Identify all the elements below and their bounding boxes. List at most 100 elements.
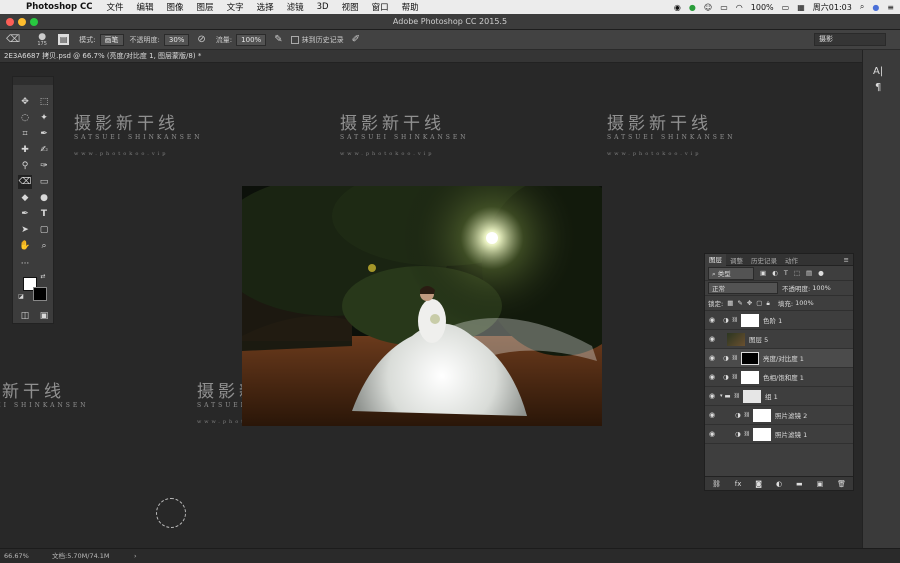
visibility-eye-icon[interactable]: ◉ (705, 392, 719, 400)
type-tool-icon[interactable]: T (37, 207, 51, 221)
airplay-icon[interactable]: ▭ (720, 3, 728, 12)
link-icon[interactable]: ⛓ (732, 374, 738, 380)
eraser-tool-preset-icon[interactable]: ⌫ (6, 34, 20, 45)
add-mask-icon[interactable]: ◙ (755, 480, 762, 488)
filter-pixel-icon[interactable]: ▣ (760, 269, 766, 277)
edit-toolbar-icon[interactable]: ··· (18, 257, 32, 271)
status-menu-chevron-icon[interactable]: › (134, 549, 137, 563)
dodge-tool-icon[interactable]: ● (37, 191, 51, 205)
clone-stamp-tool-icon[interactable]: ⚲ (18, 159, 32, 173)
new-adjustment-icon[interactable]: ◐ (776, 480, 782, 488)
gradient-tool-icon[interactable]: ▭ (37, 175, 51, 189)
siri-icon[interactable]: ● (872, 3, 879, 12)
layer-style-icon[interactable]: fx (735, 480, 742, 488)
history-brush-tool-icon[interactable]: ✑ (37, 159, 51, 173)
tab-actions[interactable]: 动作 (781, 255, 802, 265)
document-tab[interactable]: 2E3A6687 拷贝.psd @ 66.7% (亮度/对比度 1, 图层蒙版/… (0, 50, 862, 63)
spotlight-icon[interactable]: ⌕ (860, 2, 864, 12)
blend-mode-select[interactable]: 正常 (708, 282, 778, 294)
layer-row[interactable]: ◉ ◑ ⛓ 照片滤镜 1 (705, 425, 853, 444)
mask-thumbnail[interactable] (741, 313, 760, 327)
lock-position-icon[interactable]: ✥ (747, 299, 752, 307)
group-disclosure-icon[interactable]: ▾ (720, 393, 723, 399)
filter-adjustment-icon[interactable]: ◐ (772, 269, 778, 277)
menu-type[interactable]: 文字 (227, 1, 244, 13)
link-icon[interactable]: ⛓ (734, 393, 740, 399)
visibility-eye-icon[interactable]: ◉ (705, 430, 719, 438)
layer-thumbnail[interactable] (727, 332, 745, 346)
rectangle-tool-icon[interactable]: ▢ (37, 223, 51, 237)
menu-filter[interactable]: 滤镜 (287, 1, 304, 13)
clock[interactable]: 周六01:03 (813, 2, 852, 13)
lock-all-icon[interactable]: 🔒︎ (766, 299, 769, 308)
path-selection-tool-icon[interactable]: ➤ (18, 223, 32, 237)
brush-panel-toggle-icon[interactable]: ▤ (58, 34, 70, 45)
layer-row[interactable]: ◉ ◑ ⛓ 色阶 1 (705, 311, 853, 330)
pressure-size-icon[interactable]: ✐ (352, 34, 360, 45)
quick-mask-icon[interactable]: ◫ (18, 309, 32, 323)
qq-icon[interactable]: ☺ (704, 3, 712, 12)
new-layer-icon[interactable]: ▣ (817, 480, 824, 488)
link-icon[interactable]: ⛓ (732, 317, 738, 323)
link-icon[interactable]: ⛓ (744, 431, 750, 437)
default-colors-icon[interactable]: ◪ (17, 293, 25, 301)
toolbox-grip[interactable] (13, 77, 53, 85)
healing-brush-tool-icon[interactable]: ✚ (18, 143, 32, 157)
filter-kind-select[interactable]: ⌕ 类型 (708, 266, 754, 280)
paragraph-panel-icon[interactable]: ¶ (875, 82, 881, 93)
flag-icon[interactable]: ▦ (797, 3, 805, 12)
erase-history-checkbox[interactable] (290, 35, 299, 44)
layer-opacity-input[interactable]: 100% (812, 284, 831, 292)
lock-transparent-icon[interactable]: ▦ (727, 299, 733, 307)
mask-thumbnail[interactable] (741, 370, 760, 384)
menu-edit[interactable]: 编辑 (137, 1, 154, 13)
visibility-eye-icon[interactable]: ◉ (705, 411, 719, 419)
workspace-select[interactable]: 摄影 (814, 33, 886, 46)
record-icon[interactable]: ◉ (674, 3, 681, 12)
menu-window[interactable]: 窗口 (372, 1, 389, 13)
tab-history[interactable]: 历史记录 (747, 255, 781, 265)
swap-colors-icon[interactable]: ⇄ (39, 273, 47, 281)
opacity-input[interactable]: 30% (163, 33, 190, 46)
background-color-swatch[interactable] (33, 287, 47, 301)
pressure-opacity-icon[interactable]: ⊘ (197, 34, 205, 45)
eyedropper-tool-icon[interactable]: ✒ (37, 127, 51, 141)
close-window-button[interactable] (6, 18, 14, 26)
document-image[interactable] (242, 186, 602, 426)
link-icon[interactable]: ⛓ (744, 412, 750, 418)
menu-view[interactable]: 视图 (342, 1, 359, 13)
link-icon[interactable]: ⛓ (732, 355, 738, 361)
filter-toggle-icon[interactable]: ● (818, 269, 824, 277)
zoom-window-button[interactable] (30, 18, 38, 26)
filter-shape-icon[interactable]: ⬚ (794, 269, 800, 277)
character-panel-icon[interactable]: A| (873, 66, 883, 77)
visibility-eye-icon[interactable]: ◉ (705, 316, 719, 324)
zoom-level[interactable]: 66.67% (4, 549, 29, 563)
wechat-icon[interactable]: ● (689, 3, 696, 12)
menu-app[interactable]: Photoshop CC (26, 2, 93, 12)
visibility-eye-icon[interactable]: ◉ (705, 335, 719, 343)
zoom-tool-icon[interactable]: ⌕ (37, 239, 51, 253)
magic-wand-tool-icon[interactable]: ✦ (37, 111, 51, 125)
fill-input[interactable]: 100% (795, 299, 814, 307)
menu-3d[interactable]: 3D (317, 2, 329, 12)
document-size[interactable]: 文档:5.70M/74.1M (52, 549, 110, 563)
mask-thumbnail[interactable] (753, 408, 772, 422)
menu-image[interactable]: 图像 (167, 1, 184, 13)
notification-icon[interactable]: ≡ (887, 3, 894, 12)
panel-menu-icon[interactable]: ≡ (844, 256, 849, 264)
filter-smart-object-icon[interactable]: ▤ (806, 269, 812, 277)
hand-tool-icon[interactable]: ✋ (18, 239, 32, 253)
marquee-tool-icon[interactable]: ⬚ (37, 95, 51, 109)
layer-row-selected[interactable]: ◉ ◑ ⛓ 亮度/对比度 1 (705, 349, 853, 368)
flow-input[interactable]: 100% (236, 33, 267, 46)
visibility-eye-icon[interactable]: ◉ (705, 354, 719, 362)
layer-row[interactable]: ◉ ◑ ⛓ 照片滤镜 2 (705, 406, 853, 425)
filter-type-icon[interactable]: T (784, 269, 788, 277)
mode-select[interactable]: 画笔 (99, 33, 124, 46)
delete-layer-icon[interactable]: 🗑︎ (837, 480, 846, 488)
layer-row[interactable]: ◉ 图层 5 (705, 330, 853, 349)
mask-thumbnail[interactable] (753, 427, 772, 441)
move-tool-icon[interactable]: ✥ (18, 95, 32, 109)
new-group-icon[interactable]: ▬ (796, 480, 803, 488)
